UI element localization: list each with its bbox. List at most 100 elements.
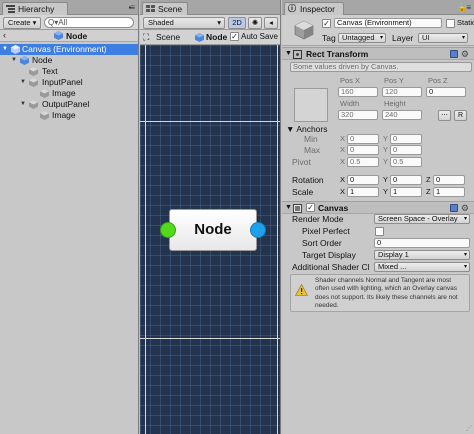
anchors-label: Anchors bbox=[296, 124, 328, 134]
pos-x-value: 160 bbox=[341, 87, 354, 96]
target-display-dropdown[interactable]: Display 1 ▾ bbox=[374, 250, 470, 260]
pos-y-value: 120 bbox=[385, 87, 398, 96]
axis-z-label: Z bbox=[426, 187, 431, 196]
gameobject-cube-icon bbox=[29, 100, 38, 109]
layer-dropdown[interactable]: UI ▾ bbox=[418, 33, 468, 43]
resize-grip-icon[interactable]: ⋰ bbox=[466, 425, 472, 432]
mode-2d-label: 2D bbox=[232, 17, 242, 27]
collapse-arrow-icon[interactable]: ▼ bbox=[285, 49, 292, 59]
tree-item-canvas[interactable]: ▼ Canvas (Environment) bbox=[0, 44, 138, 55]
prefab-cube-icon bbox=[195, 33, 204, 42]
anchor-min-x-value: 0 bbox=[350, 134, 355, 143]
help-book-icon[interactable] bbox=[450, 204, 458, 212]
gameobject-cube-icon bbox=[29, 78, 38, 87]
blueprint-mode-button[interactable]: ⋯ bbox=[438, 110, 451, 121]
rotation-z-field[interactable]: 0 bbox=[433, 175, 465, 185]
tree-item-node[interactable]: ▼ Node bbox=[0, 55, 138, 66]
gameobject-cube-icon bbox=[29, 67, 38, 76]
scene-breadcrumb-node-label[interactable]: Node bbox=[206, 30, 227, 44]
pivot-label: Pivot bbox=[292, 157, 311, 167]
tab-scene[interactable]: Scene bbox=[142, 2, 188, 15]
node-widget[interactable]: Node bbox=[169, 209, 257, 251]
width-field: 320 bbox=[338, 110, 378, 120]
rotation-y-field[interactable]: 0 bbox=[390, 175, 422, 185]
tag-dropdown[interactable]: Untagged ▾ bbox=[338, 33, 386, 43]
tree-item-label: InputPanel bbox=[42, 77, 83, 87]
height-field: 240 bbox=[382, 110, 422, 120]
tag-label: Tag bbox=[322, 33, 336, 43]
scale-z-field[interactable]: 1 bbox=[433, 187, 465, 197]
output-port[interactable] bbox=[250, 222, 266, 238]
prefab-breadcrumb: ‹ Node bbox=[0, 30, 138, 42]
tab-hierarchy[interactable]: Hierarchy bbox=[2, 2, 68, 15]
gear-icon[interactable]: ⚙ bbox=[461, 203, 469, 213]
scene-breadcrumb-icon[interactable]: ⛶ bbox=[143, 31, 149, 43]
canvas-title: Canvas bbox=[318, 203, 349, 213]
tab-scene-label: Scene bbox=[158, 4, 183, 14]
tab-inspector[interactable]: ⓘ Inspector bbox=[284, 2, 344, 15]
tree-item-image[interactable]: Image bbox=[0, 88, 138, 99]
axis-y-label: Y bbox=[383, 134, 389, 143]
pixel-perfect-checkbox[interactable] bbox=[375, 227, 384, 236]
expand-arrow-icon[interactable]: ▼ bbox=[20, 77, 26, 88]
auto-save-checkbox[interactable]: ✓ bbox=[230, 32, 239, 41]
driven-note-text: Some values driven by Canvas. bbox=[293, 62, 399, 71]
scale-y-field[interactable]: 1 bbox=[390, 187, 422, 197]
tree-item-text[interactable]: Text bbox=[0, 66, 138, 77]
static-checkbox[interactable] bbox=[446, 19, 455, 28]
scene-audio-toggle[interactable]: ◂ bbox=[264, 16, 278, 29]
anchor-min-x-field: 0 bbox=[347, 134, 379, 144]
render-mode-dropdown[interactable]: Screen Space - Overlay ▾ bbox=[374, 214, 470, 224]
node-label: Node bbox=[194, 221, 232, 238]
tree-item-outputpanel[interactable]: ▼ OutputPanel bbox=[0, 99, 138, 110]
lock-icon[interactable]: 🔒≡ bbox=[457, 3, 471, 12]
tree-item-label: Canvas (Environment) bbox=[22, 44, 107, 54]
pivot-x-value: 0.5 bbox=[350, 157, 361, 166]
pivot-y-field: 0.5 bbox=[390, 157, 422, 167]
gameobject-cube-icon bbox=[294, 20, 314, 40]
hierarchy-search-input[interactable]: Q▾All bbox=[44, 17, 134, 28]
expand-arrow-icon[interactable]: ▼ bbox=[2, 44, 8, 55]
anchors-foldout[interactable]: ▼ Anchors bbox=[286, 124, 328, 134]
rotation-label: Rotation bbox=[292, 175, 324, 185]
shading-mode-dropdown[interactable]: Shaded ▾ bbox=[143, 16, 225, 29]
scene-panel: Scene Shaded ▾ 2D ✺ ◂ ⛶ Scene Node ✓ Aut… bbox=[140, 0, 281, 434]
canvas-component-header[interactable]: ▼ ✓ Canvas ⚙ bbox=[282, 201, 474, 214]
tree-item-image[interactable]: Image bbox=[0, 110, 138, 121]
scene-viewport[interactable]: Node bbox=[140, 45, 280, 434]
rotation-x-field[interactable]: 0 bbox=[347, 175, 379, 185]
prefab-mode-bar: ⛶ Scene Node ✓ Auto Save bbox=[140, 30, 280, 45]
input-port[interactable] bbox=[160, 222, 176, 238]
scene-lighting-toggle[interactable]: ✺ bbox=[248, 16, 262, 29]
create-dropdown[interactable]: Create ▾ bbox=[3, 16, 41, 29]
sort-order-field[interactable]: 0 bbox=[374, 238, 470, 248]
expand-arrow-icon[interactable]: ▼ bbox=[20, 99, 26, 110]
raw-edit-button[interactable]: R bbox=[454, 110, 467, 121]
tree-item-inputpanel[interactable]: ▼ InputPanel bbox=[0, 77, 138, 88]
gear-icon[interactable]: ⚙ bbox=[461, 49, 469, 59]
canvas-enabled-checkbox[interactable]: ✓ bbox=[306, 203, 315, 212]
rotation-y-value: 0 bbox=[393, 175, 398, 184]
collapse-arrow-icon[interactable]: ▼ bbox=[285, 203, 292, 213]
scene-breadcrumb-label[interactable]: Scene bbox=[156, 30, 180, 44]
scale-z-value: 1 bbox=[436, 187, 441, 196]
chevron-down-icon: ▾ bbox=[379, 35, 383, 41]
help-book-icon[interactable] bbox=[450, 50, 458, 58]
scale-x-field[interactable]: 1 bbox=[347, 187, 379, 197]
anchor-max-y-value: 0 bbox=[393, 145, 398, 154]
active-checkbox[interactable]: ✓ bbox=[322, 19, 331, 28]
gameobject-cube-icon bbox=[11, 45, 20, 54]
hierarchy-menu-icon[interactable]: ▪≡ bbox=[128, 3, 134, 12]
expand-arrow-icon[interactable]: ▼ bbox=[11, 55, 17, 66]
tab-hierarchy-label: Hierarchy bbox=[18, 4, 55, 14]
additional-shader-dropdown[interactable]: Mixed ... ▾ bbox=[374, 262, 470, 272]
rect-transform-header[interactable]: ▼ Rect Transform ⚙ bbox=[282, 47, 474, 60]
back-arrow-icon[interactable]: ‹ bbox=[3, 30, 6, 41]
rotation-z-value: 0 bbox=[436, 175, 441, 184]
pos-z-field[interactable]: 0 bbox=[426, 87, 466, 97]
tree-item-label: OutputPanel bbox=[42, 99, 90, 109]
object-name-field[interactable]: Canvas (Environment) bbox=[334, 18, 442, 28]
mode-2d-toggle[interactable]: 2D bbox=[228, 16, 246, 29]
height-header: Height bbox=[384, 99, 406, 108]
tree-item-label: Image bbox=[52, 110, 76, 120]
